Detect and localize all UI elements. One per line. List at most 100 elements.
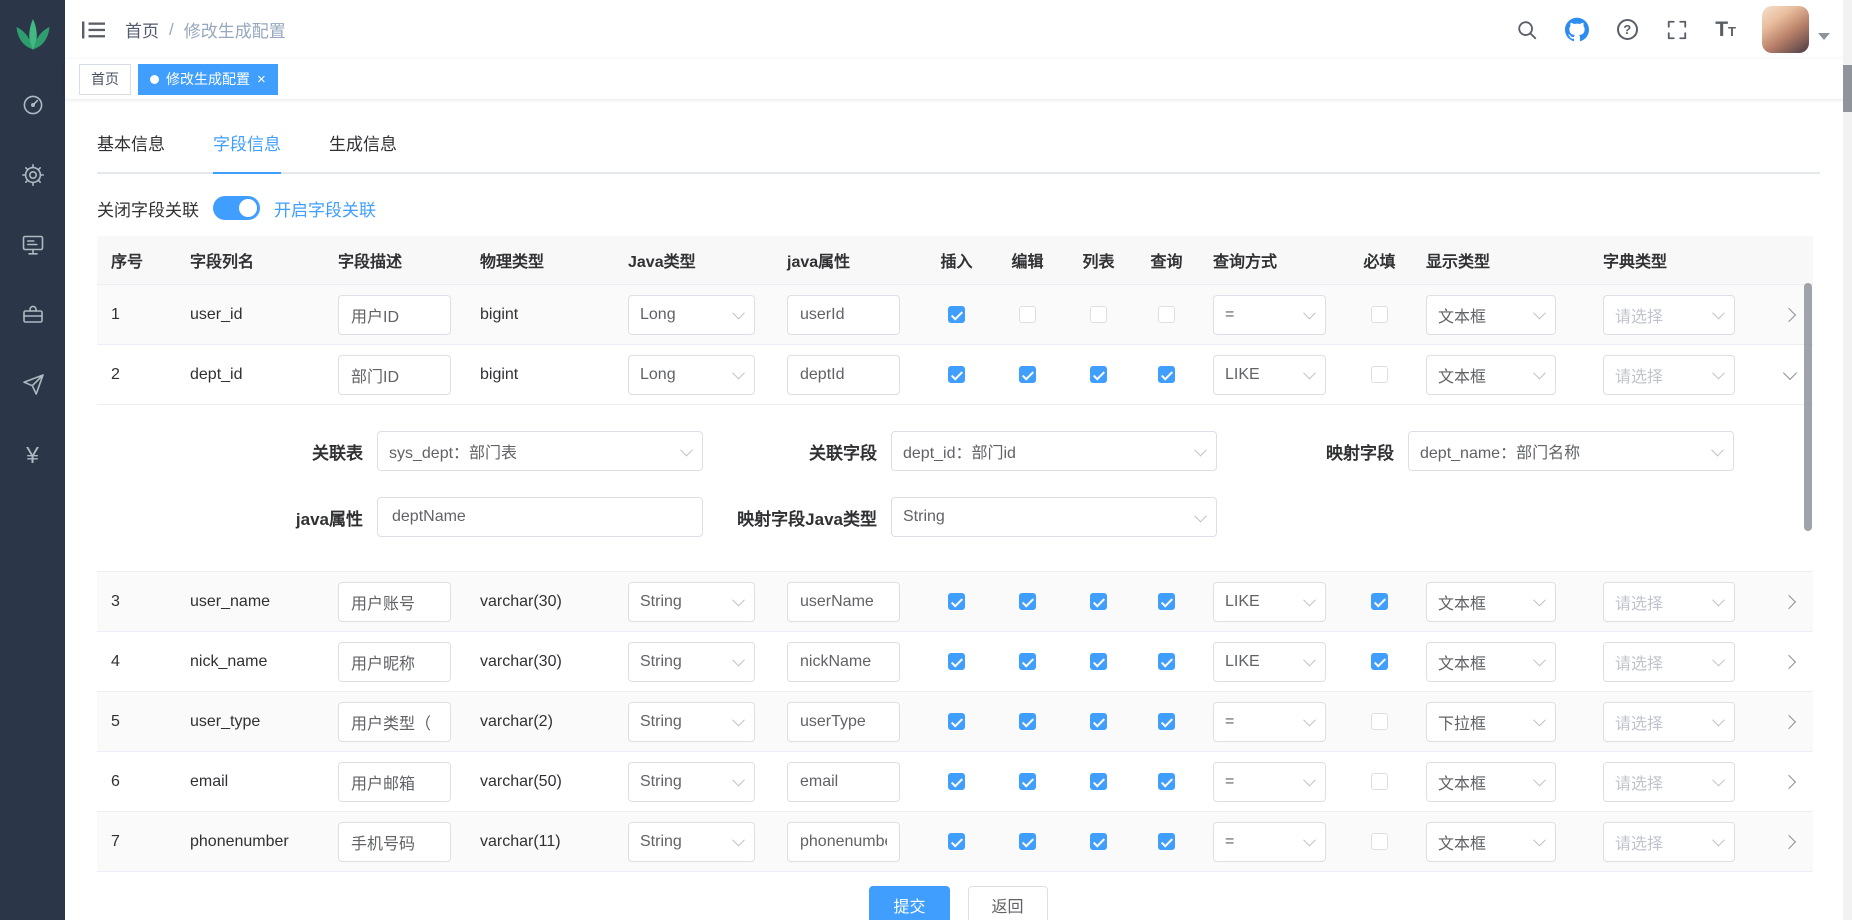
dict-type-select[interactable]: 请选择 [1603,295,1735,335]
expand-icon[interactable] [1780,832,1800,852]
list-checkbox[interactable] [1090,306,1107,323]
query-checkbox[interactable] [1158,713,1175,730]
tag-home[interactable]: 首页 [79,64,131,95]
java-type-select[interactable]: String [628,582,755,622]
list-checkbox[interactable] [1090,653,1107,670]
query-type-select[interactable]: = [1213,822,1326,862]
submit-button[interactable]: 提交 [869,886,949,920]
column-desc-input[interactable] [338,822,451,862]
column-desc-input[interactable] [338,295,451,335]
list-checkbox[interactable] [1090,366,1107,383]
dict-type-select[interactable]: 请选择 [1603,642,1735,682]
edit-checkbox[interactable] [1019,593,1036,610]
insert-checkbox[interactable] [948,593,965,610]
toolbox-icon[interactable] [20,302,46,328]
edit-checkbox[interactable] [1019,773,1036,790]
mapping-java-attr-input[interactable] [377,497,703,537]
required-checkbox[interactable] [1371,306,1388,323]
dict-type-select[interactable]: 请选择 [1603,355,1735,395]
edit-checkbox[interactable] [1019,653,1036,670]
tab-basic-info[interactable]: 基本信息 [97,117,165,172]
display-type-select[interactable]: 文本框 [1426,822,1556,862]
table-scrollbar-thumb[interactable] [1804,283,1812,531]
breadcrumb-home[interactable]: 首页 [125,17,159,42]
java-type-select[interactable]: Long [628,295,755,335]
edit-checkbox[interactable] [1019,713,1036,730]
display-type-select[interactable]: 文本框 [1426,582,1556,622]
query-type-select[interactable]: LIKE [1213,642,1326,682]
tab-field-info[interactable]: 字段信息 [213,117,281,172]
dict-type-select[interactable]: 请选择 [1603,822,1735,862]
dict-type-select[interactable]: 请选择 [1603,702,1735,742]
expand-icon[interactable] [1780,365,1800,385]
query-type-select[interactable]: LIKE [1213,355,1326,395]
dashboard-icon[interactable] [20,92,46,118]
query-type-select[interactable]: = [1213,295,1326,335]
tab-gen-info[interactable]: 生成信息 [329,117,397,172]
dict-type-select[interactable]: 请选择 [1603,762,1735,802]
query-checkbox[interactable] [1158,833,1175,850]
relation-field-select[interactable]: dept_id：部门id [891,431,1217,471]
required-checkbox[interactable] [1371,713,1388,730]
mapping-field-select[interactable]: dept_name：部门名称 [1408,431,1734,471]
display-type-select[interactable]: 文本框 [1426,642,1556,682]
insert-checkbox[interactable] [948,773,965,790]
list-checkbox[interactable] [1090,593,1107,610]
query-type-select[interactable]: = [1213,702,1326,742]
required-checkbox[interactable] [1371,773,1388,790]
required-checkbox[interactable] [1371,653,1388,670]
insert-checkbox[interactable] [948,306,965,323]
back-button[interactable]: 返回 [968,886,1048,920]
java-attr-input[interactable] [787,762,900,802]
github-icon[interactable] [1565,18,1589,42]
user-menu[interactable] [1762,6,1830,53]
gear-icon[interactable] [20,162,46,188]
relation-on-label[interactable]: 开启字段关联 [274,196,376,221]
relation-table-select[interactable]: sys_dept：部门表 [377,431,703,471]
tag-active[interactable]: 修改生成配置 × [138,64,278,95]
column-desc-input[interactable] [338,355,451,395]
required-checkbox[interactable] [1371,833,1388,850]
required-checkbox[interactable] [1371,593,1388,610]
java-type-select[interactable]: String [628,702,755,742]
display-type-select[interactable]: 文本框 [1426,762,1556,802]
edit-checkbox[interactable] [1019,366,1036,383]
list-checkbox[interactable] [1090,713,1107,730]
expand-icon[interactable] [1780,772,1800,792]
insert-checkbox[interactable] [948,713,965,730]
java-attr-input[interactable] [787,822,900,862]
column-desc-input[interactable] [338,702,451,742]
query-type-select[interactable]: = [1213,762,1326,802]
relation-switch[interactable] [213,196,260,220]
tag-close-icon[interactable]: × [257,72,266,87]
font-size-icon[interactable] [1715,19,1736,40]
query-checkbox[interactable] [1158,653,1175,670]
expand-icon[interactable] [1780,712,1800,732]
query-checkbox[interactable] [1158,773,1175,790]
expand-icon[interactable] [1780,305,1800,325]
query-checkbox[interactable] [1158,593,1175,610]
yen-icon[interactable]: ¥ [20,442,46,468]
edit-checkbox[interactable] [1019,833,1036,850]
list-checkbox[interactable] [1090,773,1107,790]
query-type-select[interactable]: LIKE [1213,582,1326,622]
java-type-select[interactable]: Long [628,355,755,395]
java-type-select[interactable]: String [628,822,755,862]
query-checkbox[interactable] [1158,366,1175,383]
column-desc-input[interactable] [338,642,451,682]
insert-checkbox[interactable] [948,366,965,383]
query-checkbox[interactable] [1158,306,1175,323]
page-scrollbar[interactable] [1843,0,1852,920]
java-attr-input[interactable] [787,642,900,682]
monitor-icon[interactable] [20,232,46,258]
required-checkbox[interactable] [1371,366,1388,383]
display-type-select[interactable]: 下拉框 [1426,702,1556,742]
sidebar-fold-icon[interactable] [81,19,107,41]
dict-type-select[interactable]: 请选择 [1603,582,1735,622]
fullscreen-icon[interactable] [1665,18,1689,42]
user-avatar[interactable] [1762,6,1809,53]
java-attr-input[interactable] [787,582,900,622]
mapping-java-type-select[interactable]: String [891,497,1217,537]
display-type-select[interactable]: 文本框 [1426,295,1556,335]
page-scrollbar-thumb[interactable] [1843,65,1852,112]
